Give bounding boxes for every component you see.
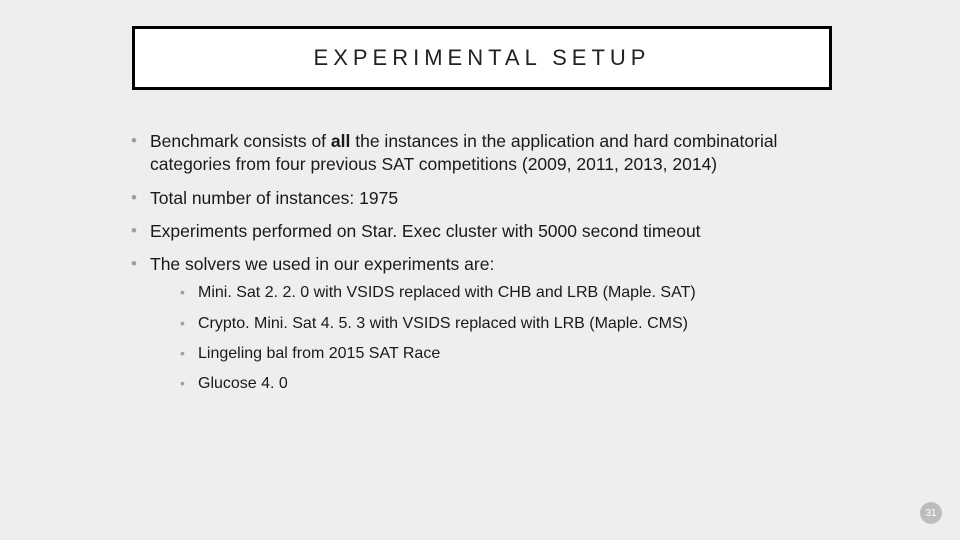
text: Crypto. Mini. Sat 4. 5. 3 with VSIDS rep… <box>198 315 688 332</box>
list-item: The solvers we used in our experiments a… <box>128 253 836 394</box>
text-bold: all <box>331 131 350 151</box>
list-item: Total number of instances: 1975 <box>128 187 836 210</box>
list-item: Glucose 4. 0 <box>180 373 836 394</box>
slide-content: Benchmark consists of all the instances … <box>128 130 836 404</box>
list-item: Benchmark consists of all the instances … <box>128 130 836 177</box>
list-item: Lingeling bal from 2015 SAT Race <box>180 343 836 364</box>
list-item: Experiments performed on Star. Exec clus… <box>128 220 836 243</box>
bullet-list: Benchmark consists of all the instances … <box>128 130 836 394</box>
text: The solvers we used in our experiments a… <box>150 254 494 274</box>
slide-title: EXPERIMENTAL SETUP <box>314 45 651 71</box>
list-item: Mini. Sat 2. 2. 0 with VSIDS replaced wi… <box>180 282 836 303</box>
text: Total number of instances: 1975 <box>150 188 398 208</box>
title-box: EXPERIMENTAL SETUP <box>132 26 832 90</box>
text: Experiments performed on Star. Exec clus… <box>150 221 701 241</box>
sub-bullet-list: Mini. Sat 2. 2. 0 with VSIDS replaced wi… <box>150 282 836 394</box>
slide: EXPERIMENTAL SETUP Benchmark consists of… <box>0 0 960 540</box>
text: Glucose 4. 0 <box>198 375 288 392</box>
text: Lingeling bal from 2015 SAT Race <box>198 345 440 362</box>
page-number: 31 <box>925 508 936 519</box>
page-number-badge: 31 <box>920 502 942 524</box>
text: Benchmark consists of <box>150 131 331 151</box>
list-item: Crypto. Mini. Sat 4. 5. 3 with VSIDS rep… <box>180 313 836 334</box>
text: Mini. Sat 2. 2. 0 with VSIDS replaced wi… <box>198 284 696 301</box>
